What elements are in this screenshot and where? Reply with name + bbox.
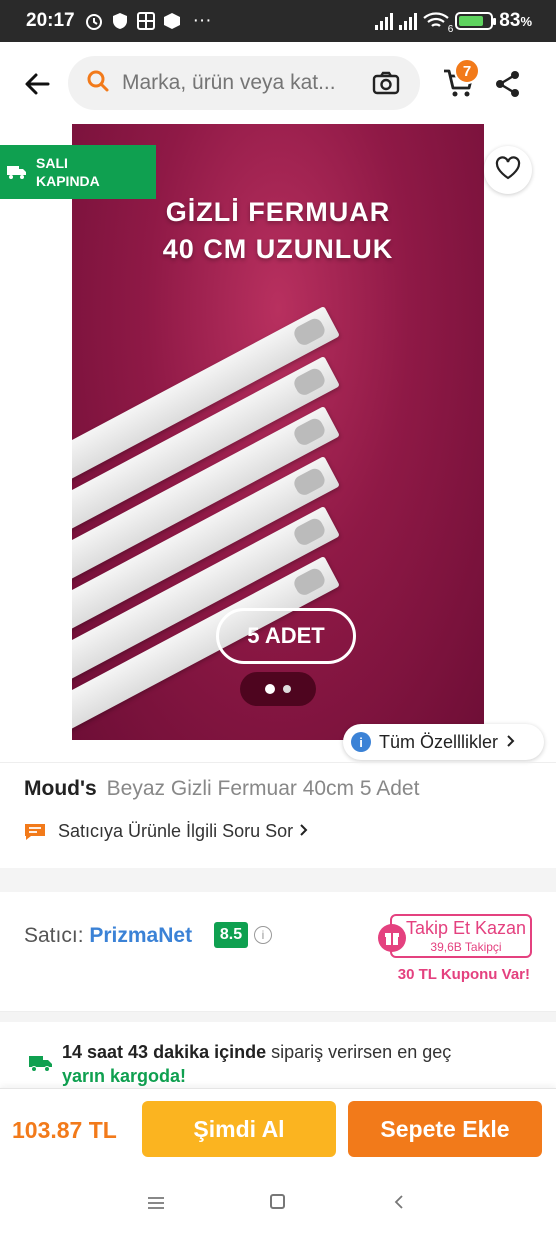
carousel-dots[interactable] — [240, 672, 316, 706]
seller-section: Satıcı: PrizmaNet 8.5 i Takip Et Kazan 3… — [0, 892, 556, 1012]
follower-count: 39,6B Takipçi — [430, 940, 502, 954]
seller-label-text: Satıcı: — [24, 924, 84, 947]
promo-title-line1: GİZLİ FERMUAR — [165, 197, 391, 227]
battery-percent: 83% — [499, 10, 532, 32]
delivery-line2: KAPINDA — [36, 173, 100, 189]
nav-back-icon[interactable] — [392, 1194, 406, 1210]
product-name: Beyaz Gizli Fermuar 40cm 5 Adet — [106, 777, 420, 800]
truck-icon — [28, 1052, 54, 1074]
promo-title-line2: 40 CM UZUNLUK — [162, 234, 394, 264]
product-brand[interactable]: Moud's — [24, 777, 97, 800]
signal-icon — [399, 12, 418, 30]
wifi-sub: 6 — [447, 24, 454, 35]
search-icon — [86, 69, 110, 98]
product-image-carousel[interactable]: GİZLİ FERMUAR 40 CM UZUNLUK 5 ADET — [72, 124, 484, 740]
status-dots: ··· — [192, 10, 212, 31]
all-features-label: Tüm Özelllikler — [379, 731, 499, 752]
camera-icon[interactable] — [372, 70, 400, 96]
wifi-icon: 6 — [423, 11, 453, 35]
all-features-button[interactable]: i Tüm Özelllikler — [343, 724, 544, 760]
cart-count-badge: 7 — [454, 58, 480, 84]
quantity-pill: 5 ADET — [216, 608, 356, 664]
chevron-right-icon — [506, 732, 516, 753]
chat-icon — [24, 823, 46, 841]
shield-icon — [110, 11, 130, 31]
box-icon — [162, 11, 182, 31]
heart-icon — [495, 155, 521, 185]
grid-icon — [136, 11, 156, 31]
signal-icon — [375, 12, 394, 30]
shipping-countdown-time: 14 saat 43 dakika içinde — [62, 1042, 267, 1062]
ask-seller-link[interactable]: Satıcıya Ürünle İlgili Soru Sor — [24, 821, 309, 842]
search-input[interactable] — [122, 71, 354, 95]
system-nav-bar — [0, 1170, 556, 1235]
battery-pct: 83 — [499, 10, 521, 31]
delivery-line1: SALI — [36, 155, 68, 171]
menu-icon[interactable] — [148, 1196, 164, 1209]
home-icon[interactable] — [270, 1194, 285, 1209]
shipping-eta: yarın kargoda! — [62, 1066, 187, 1086]
search-bar[interactable] — [68, 56, 420, 110]
chevron-right-icon — [299, 821, 309, 842]
follow-title: Takip Et Kazan — [405, 918, 527, 938]
seller-name[interactable]: PrizmaNet — [89, 924, 192, 947]
coupon-text: 30 TL Kuponu Var! — [397, 966, 530, 983]
ask-seller-label: Satıcıya Ürünle İlgili Soru Sor — [58, 821, 294, 841]
delivery-badge: SALI KAPINDA — [0, 145, 156, 199]
product-price: 103.87 TL — [12, 1117, 117, 1143]
shipping-info: 14 saat 43 dakika içinde sipariş verirse… — [0, 1012, 556, 1088]
info-icon: i — [351, 732, 371, 752]
buy-now-button[interactable]: Şimdi Al — [142, 1101, 336, 1157]
carousel-dot-active[interactable] — [265, 684, 275, 694]
shipping-countdown: 14 saat 43 dakika içinde sipariş verirse… — [62, 1042, 451, 1063]
product-title-section: Moud's Beyaz Gizli Fermuar 40cm 5 Adet Sa… — [0, 762, 556, 868]
share-icon[interactable] — [494, 70, 522, 98]
battery-unit: % — [520, 14, 532, 29]
battery-icon — [455, 12, 497, 30]
alarm-icon — [84, 11, 104, 31]
carousel-dot[interactable] — [283, 685, 291, 693]
status-bar: 20:17 ··· 6 83% — [0, 0, 556, 42]
promo-title: GİZLİ FERMUAR 40 CM UZUNLUK — [72, 194, 484, 268]
back-arrow-icon[interactable] — [22, 68, 54, 100]
section-divider — [0, 868, 556, 892]
seller-label: Satıcı: PrizmaNet — [24, 924, 192, 948]
shipping-countdown-text: sipariş verirsen en geç — [271, 1042, 452, 1062]
truck-icon — [6, 163, 28, 181]
purchase-bar: 103.87 TL Şimdi Al Sepete Ekle — [0, 1088, 556, 1170]
add-to-cart-button[interactable]: Sepete Ekle — [348, 1101, 542, 1157]
top-header: 7 — [0, 42, 556, 124]
product-title: Moud's Beyaz Gizli Fermuar 40cm 5 Adet — [24, 777, 419, 801]
info-icon[interactable]: i — [254, 926, 272, 944]
status-time: 20:17 — [26, 10, 75, 31]
seller-rating-badge: 8.5 — [214, 922, 248, 948]
favorite-button[interactable] — [484, 146, 532, 194]
follow-and-earn-button[interactable]: Takip Et Kazan 39,6B Takipçi — [378, 914, 532, 958]
